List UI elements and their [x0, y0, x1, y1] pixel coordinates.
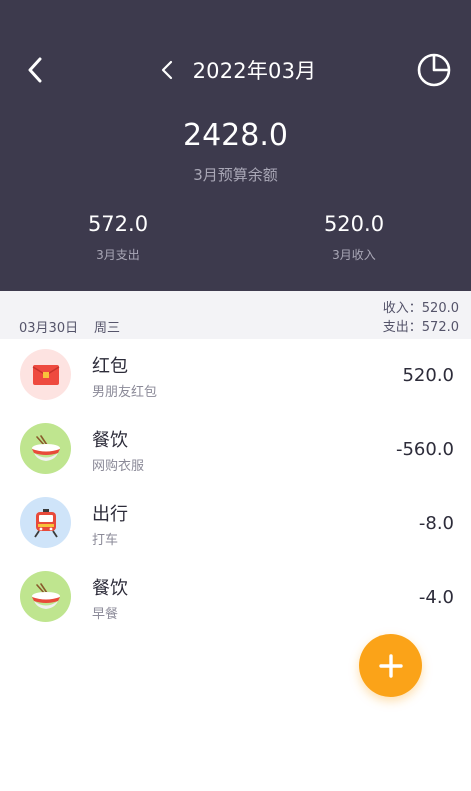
day-summary-bar: 03月30日 周三 收入：520.0 支出：572.0 — [0, 291, 471, 339]
rice-bowl-icon — [31, 434, 60, 461]
budget-balance-label: 3月预算余额 — [193, 166, 278, 184]
record-category: 出行 — [92, 504, 128, 525]
train-icon — [33, 508, 58, 537]
record-amount: -560.0 — [395, 439, 454, 460]
record-amount: 520.0 — [402, 365, 454, 386]
category-icon-bg — [20, 497, 71, 548]
list-item[interactable]: 红包 男朋友红包 520.0 — [0, 339, 471, 413]
record-category: 红包 — [92, 356, 128, 377]
month-expense-value: 572.0 — [87, 212, 149, 236]
month-expense: 572.0 3月支出 — [48, 212, 188, 263]
record-note: 打车 — [92, 533, 119, 548]
day-date: 03月30日 — [19, 321, 79, 336]
month-income: 520.0 3月收入 — [284, 212, 424, 263]
list-item[interactable]: 餐饮 网购衣服 -560.0 — [0, 413, 471, 487]
budget-balance: 2428.0 — [183, 118, 288, 153]
add-record-button[interactable] — [359, 634, 422, 697]
plus-icon — [378, 653, 403, 678]
record-note: 网购衣服 — [92, 459, 145, 474]
category-icon-bg — [20, 571, 71, 622]
month-income-value: 520.0 — [323, 212, 385, 236]
record-note: 男朋友红包 — [92, 385, 158, 400]
list-item[interactable]: 出行 打车 -8.0 — [0, 487, 471, 561]
record-list: 红包 男朋友红包 520.0 餐饮 网购衣服 -560.0 出行 打车 -8.0… — [0, 339, 471, 635]
month-title[interactable]: 2022年03月 — [193, 55, 317, 85]
chart-button[interactable] — [416, 52, 452, 88]
prev-month-icon — [161, 60, 172, 80]
record-amount: -4.0 — [418, 587, 454, 608]
bill-page: 2022年03月 2428.0 3月预算余额 572.0 3月支出 520.0 … — [0, 0, 471, 791]
record-category: 餐饮 — [92, 430, 128, 451]
record-category: 餐饮 — [92, 578, 128, 599]
day-weekday: 周三 — [94, 321, 121, 336]
header: 2022年03月 2428.0 3月预算余额 572.0 3月支出 520.0 … — [0, 0, 471, 291]
category-icon-bg — [20, 349, 71, 400]
month-income-label: 3月收入 — [332, 248, 376, 262]
month-navigator: 2022年03月 — [0, 54, 471, 86]
category-icon-bg — [20, 423, 71, 474]
list-item[interactable]: 餐饮 早餐 -4.0 — [0, 561, 471, 635]
record-amount: -8.0 — [418, 513, 454, 534]
record-note: 早餐 — [92, 607, 119, 622]
day-expense-summary: 支出：572.0 — [382, 320, 459, 335]
pie-chart-icon — [417, 53, 451, 87]
rice-bowl-icon — [31, 582, 60, 609]
prev-month-button[interactable] — [155, 55, 179, 85]
month-expense-label: 3月支出 — [96, 248, 140, 262]
day-income-summary: 收入：520.0 — [382, 301, 459, 316]
red-envelope-icon — [32, 364, 59, 385]
